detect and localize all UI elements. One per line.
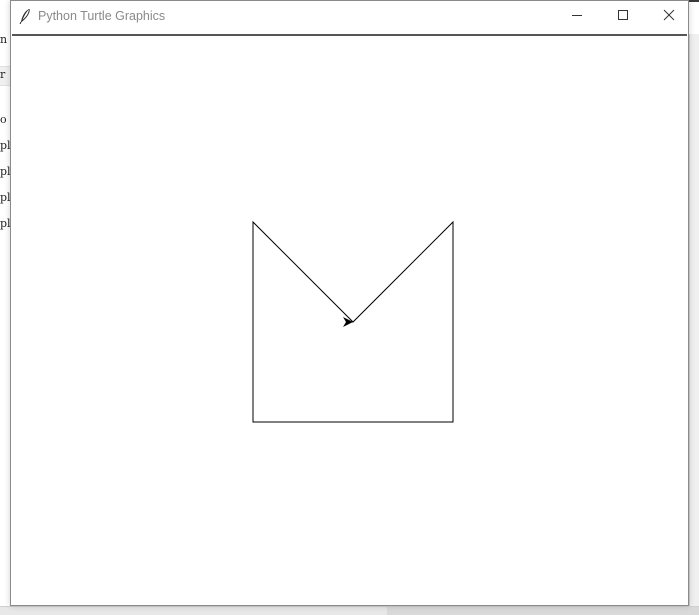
minimize-button[interactable] (554, 1, 600, 32)
minimize-icon (571, 8, 583, 26)
close-icon (663, 8, 675, 26)
close-button[interactable] (646, 1, 692, 32)
turtle-canvas[interactable] (12, 34, 687, 603)
desktop: n r o pl pl pl pl Python Turtle Graphics (0, 0, 699, 615)
maximize-button[interactable] (600, 1, 646, 32)
background-window-right-edge (689, 34, 699, 606)
turtle-graphics-window: Python Turtle Graphics (10, 0, 689, 606)
window-title: Python Turtle Graphics (38, 9, 166, 23)
background-scrollbar (387, 607, 699, 615)
feather-icon (18, 8, 32, 25)
turtle-drawing (252, 220, 454, 423)
turtle-cursor-icon (343, 317, 353, 327)
background-window-bottom-edge (0, 606, 699, 615)
maximize-icon (617, 8, 629, 26)
title-bar[interactable]: Python Turtle Graphics (11, 1, 688, 32)
